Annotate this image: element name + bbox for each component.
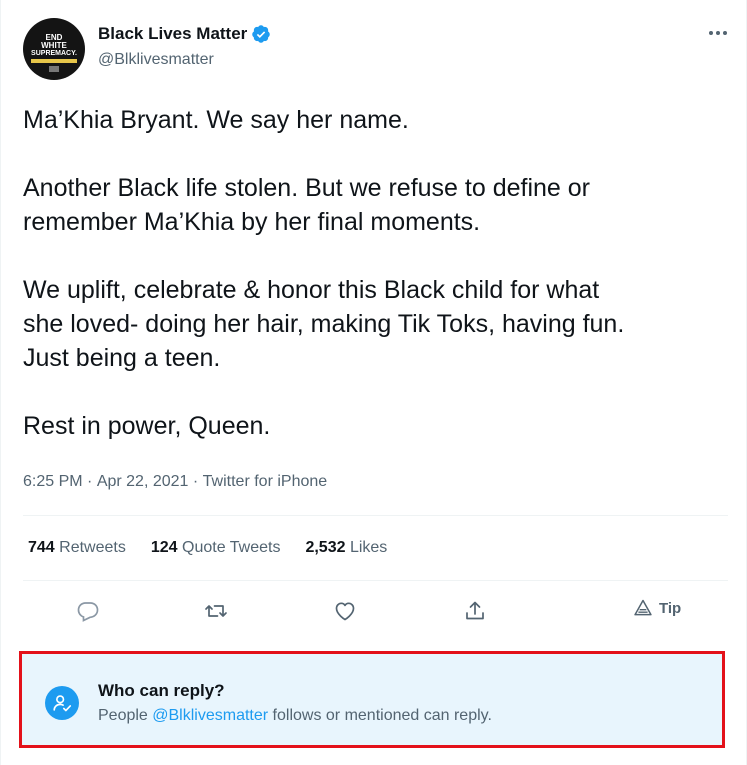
tweet-metadata: 6:25 PM · Apr 22, 2021 · Twitter for iPh… <box>23 470 327 494</box>
meta-separator: · <box>82 473 97 490</box>
tweet-date[interactable]: Apr 22, 2021 <box>97 470 189 494</box>
who-can-reply-notice: Who can reply? People @Blklivesmatter fo… <box>19 651 725 748</box>
avatar-stripe <box>31 59 77 63</box>
retweets-count: 744 <box>28 539 55 556</box>
tweet-paragraph: Rest in power, Queen. <box>23 412 271 440</box>
author-name-row[interactable]: Black Lives Matter <box>98 23 271 45</box>
share-icon[interactable] <box>458 594 492 628</box>
meta-separator: · <box>188 473 203 490</box>
likes-count: 2,532 <box>305 539 346 556</box>
user-check-icon <box>45 686 79 720</box>
avatar-tag <box>49 66 59 72</box>
who-can-reply-title: Who can reply? <box>98 681 225 700</box>
likes-label: Likes <box>349 539 388 556</box>
tweet-paragraph: We uplift, celebrate & honor this Black … <box>23 276 625 372</box>
tweet-paragraph: Another Black life stolen. But we refuse… <box>23 174 590 236</box>
tweet-source[interactable]: Twitter for iPhone <box>203 470 328 494</box>
tweet-time[interactable]: 6:25 PM <box>23 470 83 494</box>
divider <box>23 580 728 581</box>
like-icon[interactable] <box>328 594 362 628</box>
more-options-icon[interactable] <box>705 22 731 44</box>
who-can-reply-prefix: People <box>98 707 153 724</box>
avatar[interactable]: END WHITE SUPREMACY. <box>23 18 85 80</box>
tip-label: Tip <box>659 599 682 617</box>
author-handle[interactable]: @Blklivesmatter <box>98 49 214 71</box>
mention-link[interactable]: @Blklivesmatter <box>152 707 268 724</box>
tweet-text: Ma’Khia Bryant. We say her name. Another… <box>23 103 723 443</box>
tweet-paragraph: Ma’Khia Bryant. We say her name. <box>23 106 409 134</box>
quote-tweets-stat[interactable]: 124 Quote Tweets <box>151 536 281 560</box>
tweet-stats: 744 Retweets 124 Quote Tweets 2,532 Like… <box>28 536 412 560</box>
who-can-reply-suffix: follows or mentioned can reply. <box>268 707 492 724</box>
who-can-reply-description: People @Blklivesmatter follows or mentio… <box>98 705 492 727</box>
avatar-text-line-2: WHITE <box>41 41 67 50</box>
reply-icon[interactable] <box>71 594 105 628</box>
quote-tweets-count: 124 <box>150 539 178 556</box>
tip-icon <box>634 599 652 616</box>
retweets-stat[interactable]: 744 Retweets <box>28 536 126 560</box>
divider <box>23 515 728 516</box>
retweets-label: Retweets <box>59 539 126 556</box>
tip-button[interactable]: Tip <box>633 598 681 618</box>
tweet-card: END WHITE SUPREMACY. Black Lives Matter … <box>0 0 747 765</box>
retweet-icon[interactable] <box>199 594 233 628</box>
quote-tweets-label: Quote Tweets <box>182 539 281 556</box>
author-name[interactable]: Black Lives Matter <box>98 23 247 45</box>
likes-stat[interactable]: 2,532 Likes <box>305 536 387 560</box>
avatar-text-line-3: SUPREMACY. <box>31 50 77 57</box>
verified-badge-icon <box>251 24 271 44</box>
